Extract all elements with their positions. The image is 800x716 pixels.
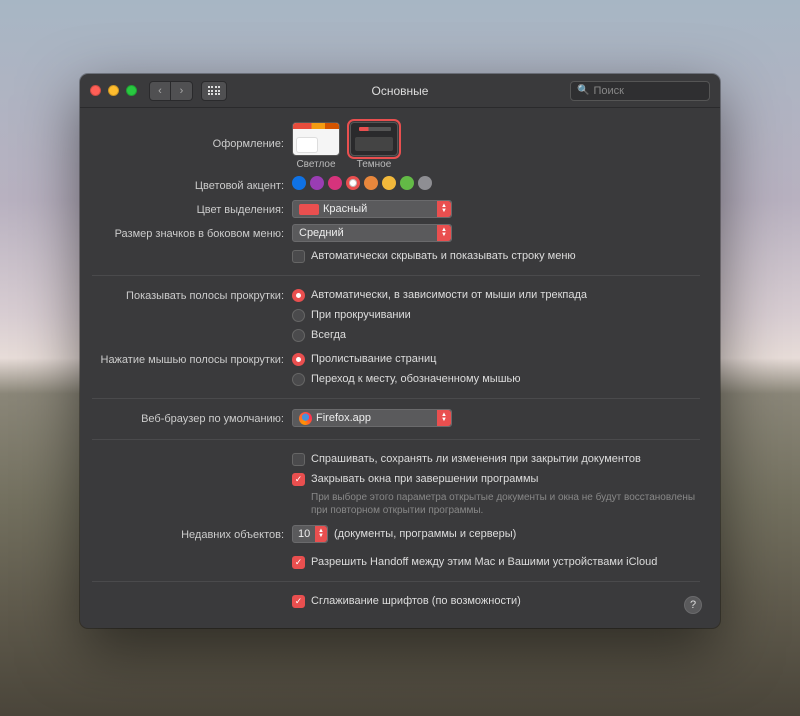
divider bbox=[92, 398, 700, 399]
firefox-icon bbox=[299, 412, 312, 425]
traffic-lights bbox=[90, 85, 137, 96]
label-highlight: Цвет выделения: bbox=[92, 200, 292, 220]
divider bbox=[92, 275, 700, 276]
appearance-dark[interactable]: Темное bbox=[350, 122, 398, 170]
search-icon: 🔍 bbox=[577, 85, 589, 96]
accent-color-4[interactable] bbox=[364, 176, 378, 190]
updown-icon: ▲▼ bbox=[315, 526, 327, 542]
close-windows-checkbox[interactable]: ✓ bbox=[292, 473, 305, 486]
forward-button[interactable]: › bbox=[171, 81, 193, 101]
label-scrollbars: Показывать полосы прокрутки: bbox=[92, 286, 292, 306]
default-browser-select[interactable]: Firefox.app ▲▼ bbox=[292, 409, 452, 427]
autohide-menubar-checkbox[interactable] bbox=[292, 250, 305, 263]
accent-color-5[interactable] bbox=[382, 176, 396, 190]
scrollbar-label-1: При прокручивании bbox=[311, 309, 411, 321]
content: Оформление: Светлое Темное Цветовой акце… bbox=[80, 108, 720, 628]
highlight-select[interactable]: Красный ▲▼ bbox=[292, 200, 452, 218]
updown-icon: ▲▼ bbox=[437, 410, 451, 426]
window-title: Основные bbox=[372, 84, 429, 98]
accent-color-2[interactable] bbox=[328, 176, 342, 190]
sidebar-size-select[interactable]: Средний ▲▼ bbox=[292, 224, 452, 242]
chevron-left-icon: ‹ bbox=[158, 85, 162, 97]
search-placeholder: Поиск bbox=[593, 85, 623, 97]
scrollbar-label-2: Всегда bbox=[311, 329, 346, 341]
divider bbox=[92, 439, 700, 440]
accent-color-0[interactable] bbox=[292, 176, 306, 190]
question-icon: ? bbox=[690, 599, 696, 611]
divider bbox=[92, 581, 700, 582]
updown-icon: ▲▼ bbox=[437, 225, 451, 241]
scrollbar-radio-1[interactable] bbox=[292, 309, 305, 322]
nav-segment: ‹ › bbox=[149, 81, 193, 101]
font-smoothing-label: Сглаживание шрифтов (по возможности) bbox=[311, 595, 521, 607]
accent-color-7[interactable] bbox=[418, 176, 432, 190]
autohide-menubar-label: Автоматически скрывать и показывать стро… bbox=[311, 250, 576, 262]
appearance-light[interactable]: Светлое bbox=[292, 122, 340, 170]
close-windows-label: Закрывать окна при завершении программы bbox=[311, 473, 538, 485]
chevron-right-icon: › bbox=[180, 85, 184, 97]
scrollclick-radio-0[interactable] bbox=[292, 353, 305, 366]
help-button[interactable]: ? bbox=[684, 596, 702, 614]
label-default-browser: Веб-браузер по умолчанию: bbox=[92, 409, 292, 429]
titlebar: ‹ › Основные 🔍 Поиск bbox=[80, 74, 720, 108]
scrollclick-label-0: Пролистывание страниц bbox=[311, 353, 436, 365]
show-all-button[interactable] bbox=[201, 81, 227, 101]
label-appearance: Оформление: bbox=[92, 122, 292, 154]
search-input[interactable]: 🔍 Поиск bbox=[570, 81, 710, 101]
accent-color-1[interactable] bbox=[310, 176, 324, 190]
zoom-icon[interactable] bbox=[126, 85, 137, 96]
ask-save-checkbox[interactable] bbox=[292, 453, 305, 466]
back-button[interactable]: ‹ bbox=[149, 81, 171, 101]
font-smoothing-checkbox[interactable]: ✓ bbox=[292, 595, 305, 608]
color-swatch-icon bbox=[299, 204, 319, 215]
preferences-window: ‹ › Основные 🔍 Поиск Оформление: Светлое bbox=[80, 74, 720, 628]
recent-count-stepper[interactable]: 10 ▲▼ bbox=[292, 525, 328, 543]
minimize-icon[interactable] bbox=[108, 85, 119, 96]
accent-color-3[interactable] bbox=[346, 176, 360, 190]
light-preview-icon bbox=[292, 122, 340, 156]
accent-color-6[interactable] bbox=[400, 176, 414, 190]
scrollbar-radio-0[interactable] bbox=[292, 289, 305, 302]
scrollbar-label-0: Автоматически, в зависимости от мыши или… bbox=[311, 289, 587, 301]
recent-suffix: (документы, программы и серверы) bbox=[334, 528, 516, 540]
close-windows-help: При выборе этого параметра открытые доку… bbox=[292, 491, 700, 517]
ask-save-label: Спрашивать, сохранять ли изменения при з… bbox=[311, 453, 641, 465]
label-recent: Недавних объектов: bbox=[92, 525, 292, 545]
dark-preview-icon bbox=[350, 122, 398, 156]
scrollbar-radio-2[interactable] bbox=[292, 329, 305, 342]
label-scroll-click: Нажатие мышью полосы прокрутки: bbox=[92, 350, 292, 370]
label-sidebar-size: Размер значков в боковом меню: bbox=[92, 224, 292, 244]
handoff-checkbox[interactable]: ✓ bbox=[292, 556, 305, 569]
scrollclick-radio-1[interactable] bbox=[292, 373, 305, 386]
scrollclick-label-1: Переход к месту, обозначенному мышью bbox=[311, 373, 521, 385]
label-accent: Цветовой акцент: bbox=[92, 176, 292, 196]
updown-icon: ▲▼ bbox=[437, 201, 451, 217]
close-icon[interactable] bbox=[90, 85, 101, 96]
handoff-label: Разрешить Handoff между этим Mac и Вашим… bbox=[311, 556, 657, 568]
grid-icon bbox=[208, 86, 221, 95]
accent-color-row bbox=[292, 176, 700, 190]
